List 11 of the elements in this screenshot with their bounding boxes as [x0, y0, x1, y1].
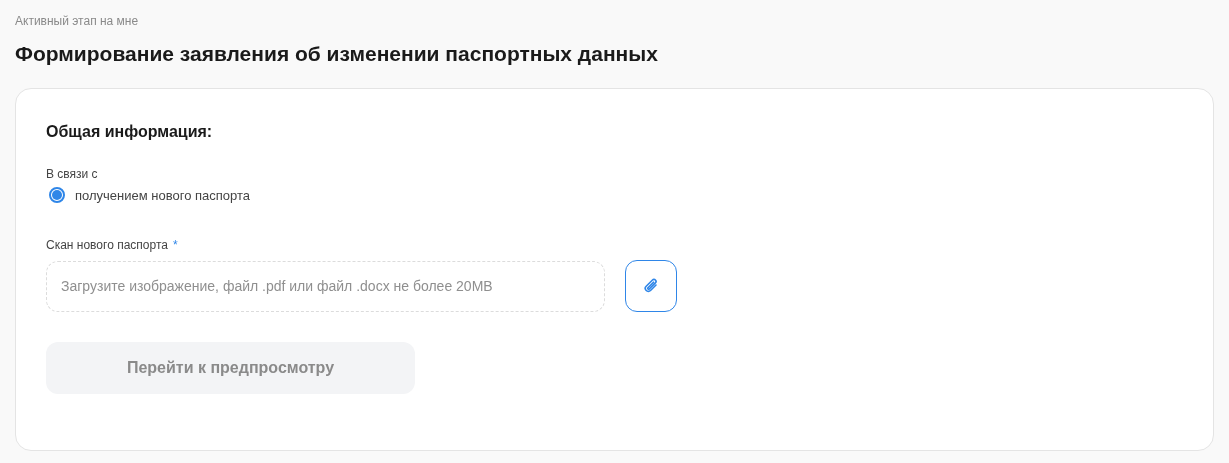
required-mark: *: [172, 238, 178, 252]
field-label: Скан нового паспорта: [46, 238, 168, 252]
paperclip-icon: [643, 277, 659, 295]
radio-button[interactable]: [49, 187, 65, 203]
upload-field[interactable]: Загрузите изображение, файл .pdf или файл .docx не более 20MB: [46, 260, 605, 312]
page-title: Формирование заявления об изменении паспортных данных: [15, 41, 659, 67]
radio-label[interactable]: получением нового паспорта: [75, 187, 250, 203]
section-title: Общая информация:: [46, 122, 213, 142]
stage-caption: Активный этап на мне: [15, 13, 140, 29]
reason-label: В связи с: [46, 166, 98, 183]
attach-button[interactable]: [625, 260, 677, 312]
